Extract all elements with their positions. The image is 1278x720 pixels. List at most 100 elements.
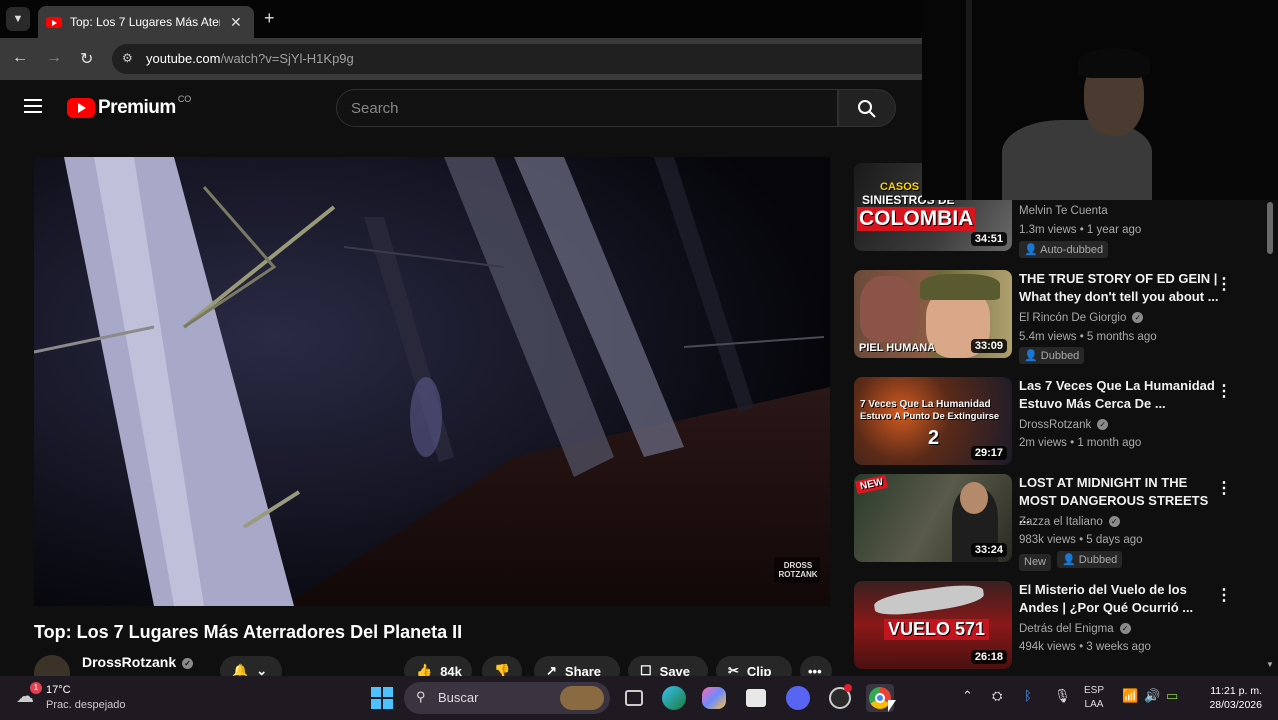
rec-channel[interactable]: DrossRotzank ✓ bbox=[1019, 419, 1109, 431]
search-highlight-bison-icon bbox=[560, 686, 604, 710]
thumbnail-text: 7 Veces Que La Humanidad bbox=[860, 399, 991, 410]
copilot-icon[interactable] bbox=[700, 684, 728, 712]
dubbed-icon: 👤 bbox=[1024, 350, 1038, 362]
rec-title[interactable]: Las 7 Veces Que La Humanidad Estuvo Más … bbox=[1019, 377, 1219, 413]
scrollbar-thumb[interactable] bbox=[1267, 202, 1273, 254]
search-input[interactable]: Search bbox=[336, 89, 838, 127]
rec-channel[interactable]: El Rincón De Giorgio ✓ bbox=[1019, 312, 1144, 324]
wifi-icon[interactable]: 📶 bbox=[1122, 688, 1138, 704]
thumbnail-text: Estuvo A Punto De Extinguirse bbox=[860, 411, 1000, 422]
more-vert-icon[interactable]: ⋮ bbox=[1216, 478, 1232, 498]
clock[interactable]: 11:21 p. m. 28/03/2026 bbox=[1196, 684, 1262, 712]
thumbnail-text: 2 bbox=[928, 427, 940, 449]
dubbed-badge: 👤 Dubbed bbox=[1019, 347, 1085, 364]
webcam-person-hair bbox=[1078, 48, 1150, 78]
channel-watermark: DROSS ROTZANK bbox=[778, 561, 818, 579]
webcam-wall-edge bbox=[966, 0, 972, 200]
discord-icon[interactable] bbox=[784, 684, 812, 712]
weather-alert-badge: 1 bbox=[30, 682, 42, 694]
video-duration: 34:51 bbox=[970, 232, 1007, 246]
scroll-down-arrow-icon[interactable]: ▼ bbox=[1266, 660, 1274, 669]
rec-stats: 494k views • 3 weeks ago bbox=[1019, 641, 1151, 653]
rec-channel[interactable]: Zazza el Italiano ✓ bbox=[1019, 516, 1120, 528]
browser-tab-active[interactable]: Top: Los 7 Lugares Más Aterra ✕ bbox=[38, 6, 254, 38]
rec-stats: 1.3m views • 1 year ago bbox=[1019, 224, 1142, 236]
rec-stats: 2m views • 1 month ago bbox=[1019, 437, 1142, 449]
language-indicator[interactable]: ESP LAA bbox=[1084, 684, 1104, 712]
video-player[interactable]: DROSS ROTZANK bbox=[34, 157, 830, 606]
forward-arrow-icon[interactable]: → bbox=[46, 49, 62, 67]
mouse-cursor-icon bbox=[888, 700, 896, 712]
site-info-icon[interactable]: ⚙ bbox=[122, 51, 133, 65]
weather-desc: Prac. despejado bbox=[46, 699, 126, 711]
keyboard-layout: LAA bbox=[1084, 699, 1104, 710]
new-tab-icon[interactable]: + bbox=[264, 8, 275, 29]
search-icon bbox=[858, 100, 876, 118]
windows-start-icon[interactable] bbox=[368, 684, 396, 712]
search-icon: ⚲ bbox=[416, 689, 426, 704]
thumbnail-text: PIEL HUMANA bbox=[859, 342, 936, 354]
video-frame-forest bbox=[34, 157, 830, 606]
language-code: ESP bbox=[1084, 685, 1105, 696]
rec-title[interactable]: THE TRUE STORY OF ED GEIN | What they do… bbox=[1019, 270, 1219, 306]
auto-dubbed-badge: 👤 Auto-dubbed bbox=[1019, 241, 1109, 258]
logo-text: Premium bbox=[98, 97, 176, 118]
hamburger-menu-icon[interactable] bbox=[24, 99, 42, 113]
weather-widget[interactable]: ☁ 1 17°C Prac. despejado bbox=[16, 682, 136, 714]
url-text[interactable]: youtube.com/watch?v=SjYl-H1Kp9g bbox=[146, 51, 354, 66]
back-arrow-icon[interactable]: ← bbox=[12, 49, 28, 67]
sync-icon[interactable]: ⛭ bbox=[992, 688, 1002, 704]
rec-channel[interactable]: Detrás del Enigma ✓ bbox=[1019, 623, 1131, 635]
more-vert-icon[interactable]: ⋮ bbox=[1216, 381, 1232, 401]
more-vert-icon[interactable]: ⋮ bbox=[1216, 274, 1232, 294]
verified-badge-icon: ✓ bbox=[1097, 419, 1109, 430]
close-tab-icon[interactable]: ✕ bbox=[230, 14, 242, 31]
bluetooth-icon[interactable]: ᛒ bbox=[1024, 688, 1032, 703]
sidebar-scrollbar[interactable]: ▼ bbox=[1266, 200, 1274, 670]
video-thumbnail[interactable]: 7 Veces Que La Humanidad Estuvo A Punto … bbox=[854, 377, 1012, 465]
video-duration: 26:18 bbox=[970, 650, 1007, 664]
video-thumbnail[interactable]: PIEL HUMANA 33:09 bbox=[854, 270, 1012, 358]
edge-browser-icon[interactable] bbox=[660, 684, 688, 712]
rec-channel[interactable]: Melvin Te Cuenta bbox=[1019, 205, 1108, 217]
tab-search-button[interactable]: ▼ bbox=[6, 7, 30, 31]
tab-title: Top: Los 7 Lugares Más Aterra bbox=[70, 15, 220, 29]
more-vert-icon[interactable]: ⋮ bbox=[1216, 585, 1232, 605]
rec-title[interactable]: El Misterio del Vuelo de los Andes | ¿Po… bbox=[1019, 581, 1219, 617]
show-hidden-icons-chevron-icon[interactable]: ⌃ bbox=[962, 688, 973, 704]
youtube-favicon-icon bbox=[46, 16, 62, 28]
thumbnail-text: VUELO 571 bbox=[884, 619, 990, 640]
youtube-play-logo-icon bbox=[67, 98, 95, 118]
new-badge: New bbox=[1019, 554, 1052, 571]
youtube-premium-logo[interactable]: Premium CO bbox=[67, 94, 192, 119]
microphone-icon[interactable]: 🎙 bbox=[1054, 688, 1071, 704]
volume-icon[interactable]: 🔊 bbox=[1144, 688, 1160, 704]
reload-icon[interactable]: ↻ bbox=[80, 49, 93, 69]
recommended-video[interactable]: 7 Veces Que La Humanidad Estuvo A Punto … bbox=[854, 377, 1274, 469]
search-button[interactable] bbox=[838, 89, 896, 127]
channel-avatar[interactable] bbox=[34, 655, 70, 677]
video-actions-row: DrossRotzank ✓ 🔔 ⌄ 👍 84k 👎 ↗ Share ☐ Save ✂ Cl… bbox=[34, 651, 834, 686]
video-thumbnail[interactable]: VUELO 571 26:18 bbox=[854, 581, 1012, 669]
video-thumbnail[interactable]: NEW 33:24 bbox=[854, 474, 1012, 562]
taskbar-search[interactable]: ⚲ Buscar bbox=[404, 682, 610, 714]
obs-icon[interactable] bbox=[826, 684, 854, 712]
thumbnail-cap bbox=[920, 274, 1000, 300]
thumbnail-plane bbox=[873, 581, 985, 619]
microsoft-store-icon[interactable] bbox=[742, 684, 770, 712]
task-view-icon[interactable] bbox=[620, 684, 648, 712]
webcam-person-body bbox=[1002, 120, 1152, 200]
country-code: CO bbox=[177, 94, 192, 104]
new-ribbon: NEW bbox=[854, 474, 889, 495]
webcam-overlay bbox=[922, 0, 1278, 200]
battery-icon[interactable]: ▭ bbox=[1166, 688, 1178, 704]
address-bar[interactable]: ⚙ youtube.com/watch?v=SjYl-H1Kp9g bbox=[112, 44, 942, 74]
recommended-video[interactable]: VUELO 571 26:18 El Misterio del Vuelo de… bbox=[854, 581, 1274, 673]
recommended-video[interactable]: PIEL HUMANA 33:09 THE TRUE STORY OF ED G… bbox=[854, 270, 1274, 364]
dubbed-icon: 👤 bbox=[1062, 554, 1076, 566]
channel-name[interactable]: DrossRotzank ✓ bbox=[82, 654, 194, 670]
recommended-video[interactable]: NEW 33:24 LOST AT MIDNIGHT IN THE MOST D… bbox=[854, 474, 1274, 571]
windows-taskbar: ☁ 1 17°C Prac. despejado ⚲ Buscar ⌃ ⛭ ᛒ … bbox=[0, 676, 1278, 720]
thumbnail-face bbox=[960, 482, 988, 514]
verified-badge-icon: ✓ bbox=[1119, 623, 1131, 634]
